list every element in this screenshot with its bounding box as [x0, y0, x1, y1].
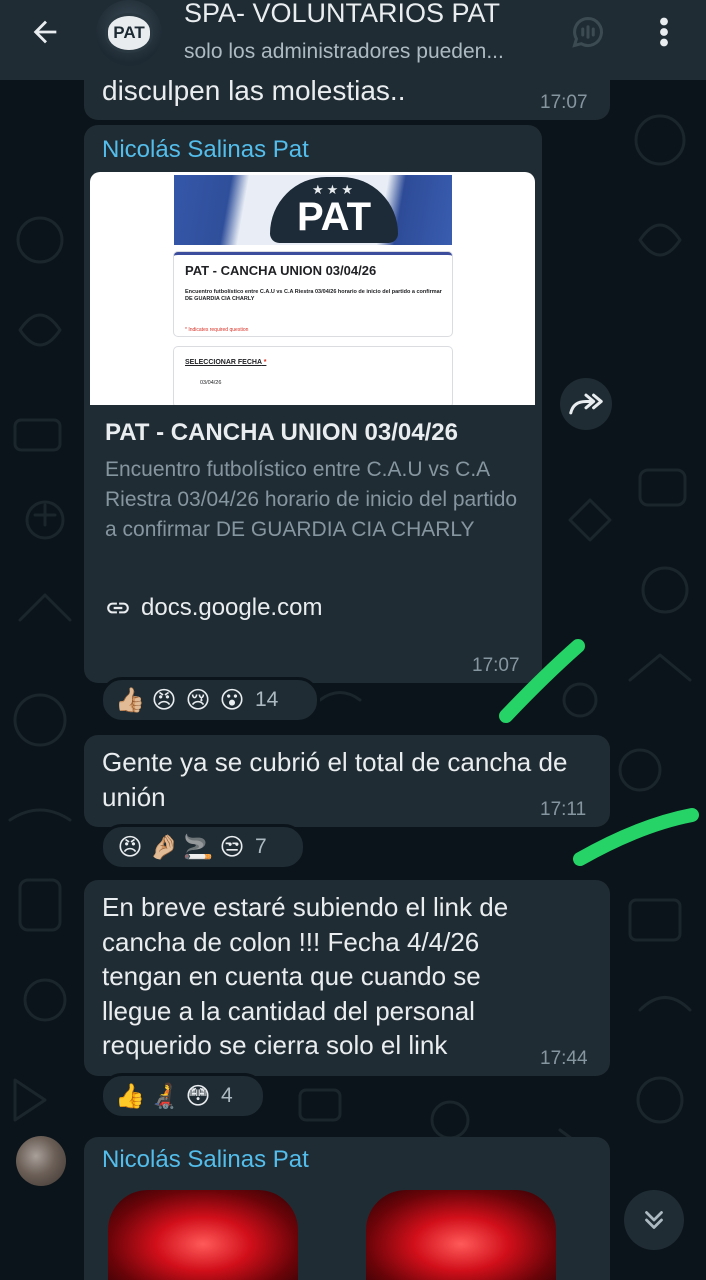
reaction-emoji: 😢 [185, 686, 211, 714]
question-label: SELECCIONAR FECHA * [185, 359, 266, 366]
link-preview-thumbnail[interactable]: ★★★ PAT PAT - CANCHA UNION 03/04/26 Encu… [90, 172, 535, 405]
reaction-emoji: 👍 [115, 1082, 145, 1110]
link-preview-title[interactable]: PAT - CANCHA UNION 03/04/26 [105, 419, 458, 447]
link-preview-description: Encuentro futbolístico entre C.A.U vs C.… [105, 458, 518, 541]
double-chevron-down-icon [645, 1211, 663, 1229]
form-header-banner: ★★★ PAT [174, 175, 452, 245]
scroll-to-bottom-button[interactable] [624, 1190, 684, 1250]
reaction-emoji: 😳 [185, 1082, 211, 1110]
message-time: 17:11 [540, 799, 587, 820]
reactions-bar[interactable]: 👍 🧑‍🦼 😳 4 [100, 1073, 266, 1119]
group-title[interactable]: SPA- VOLUNTARIOS PAT [184, 0, 500, 29]
message-time: 17:44 [540, 1048, 588, 1069]
sender-name[interactable]: Nicolás Salinas Pat [102, 136, 309, 164]
forward-icon [569, 393, 603, 415]
form-question-card: SELECCIONAR FECHA * 03/04/26 [174, 347, 452, 405]
reaction-emoji: 😒 [219, 833, 245, 861]
group-avatar[interactable]: PAT [96, 0, 162, 66]
link-icon [107, 602, 129, 614]
form-description: Encuentro futbolístico entre C.A.U vs C.… [185, 289, 442, 302]
pat-logo-text: PAT [296, 195, 372, 239]
reactions-bar[interactable]: 😠 🤌🏼 🚬 😒 7 [100, 824, 306, 870]
domain-text: docs.google.com [141, 594, 323, 621]
forward-button[interactable] [560, 378, 612, 430]
chat-header: PAT SPA- VOLUNTARIOS PAT solo los admini… [0, 0, 706, 80]
message-bubble[interactable]: En breve estaré subiendo el link de canc… [84, 880, 610, 1076]
form-title-card: PAT - CANCHA UNION 03/04/26 Encuentro fu… [174, 252, 452, 336]
reaction-count: 14 [255, 688, 279, 711]
message-text: Gente ya se cubrió el total de cancha de… [102, 747, 568, 812]
message-time: 17:07 [540, 92, 588, 113]
reaction-emoji: 😠 [151, 686, 177, 714]
pat-logo: PAT [105, 13, 153, 53]
reaction-count: 4 [221, 1084, 233, 1107]
form-title: PAT - CANCHA UNION 03/04/26 [185, 263, 377, 278]
message-time: 17:07 [472, 655, 520, 676]
question-value: 03/04/26 [200, 380, 222, 386]
reaction-count: 7 [255, 835, 267, 858]
message-text: En breve estaré subiendo el link de canc… [102, 892, 509, 1060]
pat-shield-logo: ★★★ PAT [270, 177, 398, 243]
call-add-icon [572, 16, 603, 48]
required-note: * Indicates required question [185, 327, 249, 333]
reaction-emoji: 🧑‍🦼 [149, 1082, 179, 1110]
red-siren-light [108, 1190, 298, 1280]
arrow-left-icon [33, 20, 57, 44]
reactions-bar[interactable]: 👍🏼 😠 😢 😮 14 [100, 677, 320, 723]
reaction-emoji: 🤌🏼 [149, 833, 179, 861]
reaction-emoji: 🚬 [183, 833, 213, 861]
sender-avatar[interactable] [16, 1136, 66, 1186]
menu-button[interactable] [642, 10, 686, 54]
message-bubble[interactable]: Gente ya se cubrió el total de cancha de… [84, 735, 610, 827]
red-siren-light [366, 1190, 556, 1280]
message-photo[interactable] [108, 1190, 558, 1280]
link-preview-domain[interactable]: docs.google.com [105, 594, 322, 622]
sender-name[interactable]: Nicolás Salinas Pat [102, 1146, 309, 1174]
call-button[interactable] [566, 10, 610, 54]
more-vertical-icon [660, 17, 668, 47]
back-button[interactable] [20, 12, 70, 52]
question-label-text: SELECCIONAR FECHA [185, 359, 262, 366]
reaction-emoji: 👍🏼 [115, 686, 145, 714]
reaction-emoji: 😠 [117, 833, 143, 861]
reaction-emoji: 😮 [219, 686, 245, 714]
group-subtitle[interactable]: solo los administradores pueden... [184, 40, 504, 64]
required-marker: * [261, 359, 267, 366]
